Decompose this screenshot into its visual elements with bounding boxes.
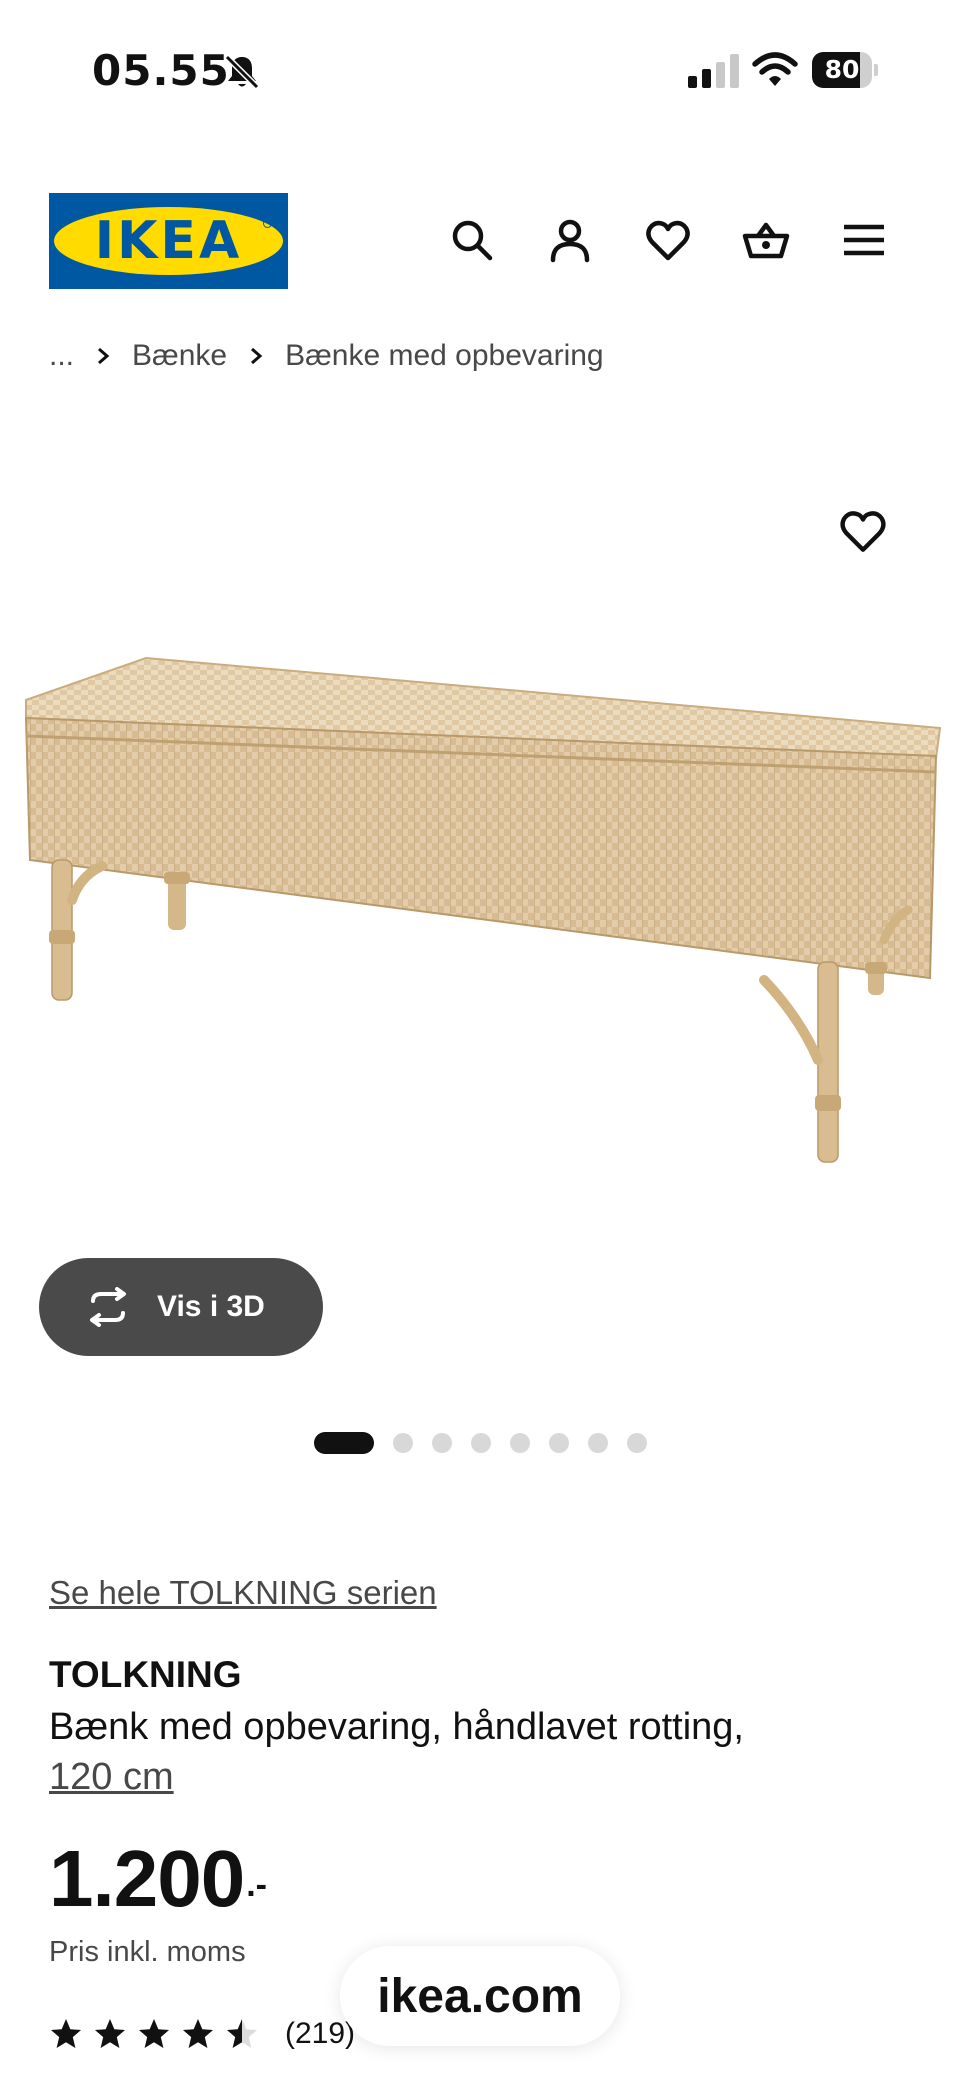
carousel-dot-active[interactable] xyxy=(314,1432,374,1454)
product-rating[interactable]: (219) xyxy=(49,2014,355,2054)
chevron-right-icon xyxy=(98,347,110,365)
battery-cap xyxy=(874,64,878,76)
profile-icon[interactable] xyxy=(546,216,594,264)
wifi-icon xyxy=(752,52,798,86)
price-decimal: .- xyxy=(246,1866,267,1904)
view-in-3d-button[interactable]: Vis i 3D xyxy=(39,1258,323,1356)
carousel-dot[interactable] xyxy=(393,1433,413,1453)
star-icon xyxy=(183,2019,213,2048)
price-note: Pris inkl. moms xyxy=(49,1936,246,1968)
price-integer: 1.200 xyxy=(49,1834,245,1923)
product-description-text: Bænk med opbevaring, håndlavet rotting, xyxy=(49,1706,744,1748)
menu-icon[interactable] xyxy=(840,216,888,264)
product-name: TOLKNING xyxy=(49,1654,242,1695)
search-icon[interactable] xyxy=(448,216,496,264)
star-icon xyxy=(227,2019,257,2048)
status-bar: 05.55 80 xyxy=(0,0,960,140)
status-time: 05.55 xyxy=(92,46,230,95)
breadcrumb-item-baenke[interactable]: Bænke xyxy=(132,339,227,373)
product-size-link[interactable]: 120 cm xyxy=(49,1756,174,1798)
breadcrumb-item-baenke-med-opbevaring[interactable]: Bænke med opbevaring xyxy=(285,339,604,373)
chevron-right-icon xyxy=(251,347,263,365)
battery-percent: 80 xyxy=(824,55,860,84)
product-price: 1.200 .- xyxy=(49,1834,267,1924)
product-image[interactable] xyxy=(18,640,948,1200)
signal-icon xyxy=(688,54,739,88)
review-count[interactable]: (219) xyxy=(285,2017,355,2051)
basket-icon[interactable] xyxy=(742,216,790,264)
breadcrumb: ... Bænke Bænke med opbevaring xyxy=(49,336,604,376)
star-icon xyxy=(51,2019,81,2048)
heart-icon[interactable] xyxy=(644,216,692,264)
battery-indicator: 80 xyxy=(812,52,878,88)
rotate-3d-icon xyxy=(90,1287,126,1327)
star-icon xyxy=(139,2019,169,2048)
browser-url-bar[interactable]: ikea.com xyxy=(340,1946,620,2046)
series-link[interactable]: Se hele TOLKNING serien xyxy=(49,1574,437,1612)
image-carousel-dots xyxy=(314,1432,647,1454)
bell-muted-icon xyxy=(224,54,260,90)
carousel-dot[interactable] xyxy=(471,1433,491,1453)
carousel-dot[interactable] xyxy=(432,1433,452,1453)
ikea-logo[interactable]: IKEA xyxy=(49,193,288,289)
logo-registered-mark xyxy=(263,219,272,228)
carousel-dot[interactable] xyxy=(510,1433,530,1453)
product-description: Bænk med opbevaring, håndlavet rotting, … xyxy=(49,1702,869,1802)
add-to-favourites-heart-icon[interactable] xyxy=(838,506,888,556)
carousel-dot[interactable] xyxy=(588,1433,608,1453)
star-icon xyxy=(95,2019,125,2048)
battery-body: 80 xyxy=(812,52,872,88)
carousel-dot[interactable] xyxy=(627,1433,647,1453)
logo-text: IKEA xyxy=(94,211,243,271)
breadcrumb-item-more[interactable]: ... xyxy=(49,339,74,373)
carousel-dot[interactable] xyxy=(549,1433,569,1453)
site-header: IKEA xyxy=(0,190,960,290)
view-in-3d-label: Vis i 3D xyxy=(157,1290,265,1323)
